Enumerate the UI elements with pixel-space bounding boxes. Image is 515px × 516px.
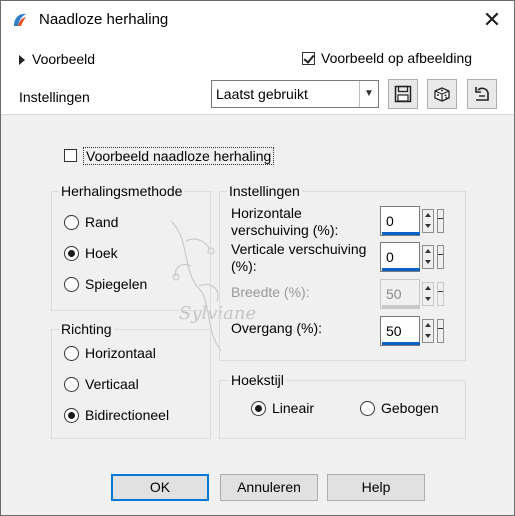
method-radio-rand[interactable] (64, 215, 79, 230)
direction-group-title: Richting (59, 321, 114, 337)
cancel-button[interactable]: Annuleren (220, 474, 318, 501)
randomize-button[interactable] (427, 79, 457, 109)
dialog-window: Naadloze herhaling ✕ Voorbeeld Voorbeeld… (0, 0, 515, 516)
save-preset-icon (394, 85, 412, 103)
preview-toggle-label: Voorbeeld (32, 51, 96, 67)
transition-label: Overgang (%): (231, 320, 323, 336)
transition-spinner[interactable]: 50 (380, 316, 450, 346)
direction-label-horizontal: Horizontaal (85, 345, 156, 361)
width-label: Breedte (%): (231, 284, 310, 300)
v-offset-spinner[interactable]: 0 (380, 242, 450, 272)
width-updown (422, 282, 434, 306)
settings-preset-value: Laatst gebruikt (216, 86, 308, 102)
close-icon: ✕ (482, 7, 502, 32)
h-offset-label-line1: Horizontale (231, 205, 302, 221)
seamless-preview-checkbox[interactable] (64, 149, 77, 162)
close-button[interactable]: ✕ (475, 7, 509, 33)
h-offset-input[interactable]: 0 (380, 206, 420, 236)
v-offset-label-line2: (%): (231, 258, 257, 274)
corner-radio-linear[interactable] (251, 401, 266, 416)
title-bar: Naadloze herhaling ✕ (1, 1, 514, 39)
app-icon (14, 13, 26, 26)
v-offset-updown[interactable] (422, 245, 434, 269)
width-slider-button (437, 282, 444, 306)
h-offset-slider-button[interactable] (437, 209, 444, 233)
transition-input[interactable]: 50 (380, 316, 420, 346)
v-offset-label-line1: Verticale verschuiving (231, 241, 367, 257)
width-spinner: 50 (380, 279, 450, 309)
save-preset-button[interactable] (388, 79, 418, 109)
ok-button[interactable]: OK (111, 474, 209, 501)
help-button[interactable]: Help (327, 474, 425, 501)
corner-style-group-title: Hoekstijl (229, 372, 286, 388)
direction-radio-horizontal[interactable] (64, 346, 79, 361)
method-label-rand: Rand (85, 214, 119, 230)
method-label-hoek: Hoek (85, 245, 118, 261)
method-group-title: Herhalingsmethode (59, 183, 185, 199)
method-radio-spiegelen[interactable] (64, 277, 79, 292)
settings-label: Instellingen (19, 89, 90, 105)
direction-radio-vertical[interactable] (64, 377, 79, 392)
preview-on-image-checkbox[interactable] (302, 52, 315, 65)
corner-label-curved: Gebogen (381, 400, 439, 416)
chevron-down-icon: ▼ (359, 81, 378, 107)
corner-radio-curved[interactable] (360, 401, 375, 416)
method-radio-hoek[interactable] (64, 246, 79, 261)
preview-on-image-label: Voorbeeld op afbeelding (321, 50, 473, 66)
width-input: 50 (380, 279, 420, 309)
direction-radio-bidirectional[interactable] (64, 408, 79, 423)
corner-label-linear: Lineair (272, 400, 315, 416)
seamless-preview-label: Voorbeeld naadloze herhaling (83, 147, 275, 165)
method-label-spiegelen: Spiegelen (85, 276, 148, 292)
reset-icon (475, 87, 489, 101)
randomize-dice-icon (434, 87, 450, 102)
direction-label-bidirectional: Bidirectioneel (85, 407, 170, 423)
preview-toggle[interactable]: Voorbeeld (19, 51, 95, 67)
v-offset-slider-button[interactable] (437, 245, 444, 269)
transition-slider-button[interactable] (437, 319, 444, 343)
direction-label-vertical: Verticaal (85, 376, 139, 392)
window-title: Naadloze herhaling (39, 11, 169, 28)
v-offset-input[interactable]: 0 (380, 242, 420, 272)
h-offset-label-line2: verschuiving (%): (231, 222, 339, 238)
reset-button[interactable] (467, 79, 497, 109)
transition-updown[interactable] (422, 319, 434, 343)
h-offset-updown[interactable] (422, 209, 434, 233)
settings-group-title: Instellingen (227, 183, 302, 199)
settings-preset-select[interactable]: Laatst gebruikt ▼ (211, 80, 379, 108)
h-offset-spinner[interactable]: 0 (380, 206, 450, 236)
expand-triangle-icon (19, 55, 25, 66)
